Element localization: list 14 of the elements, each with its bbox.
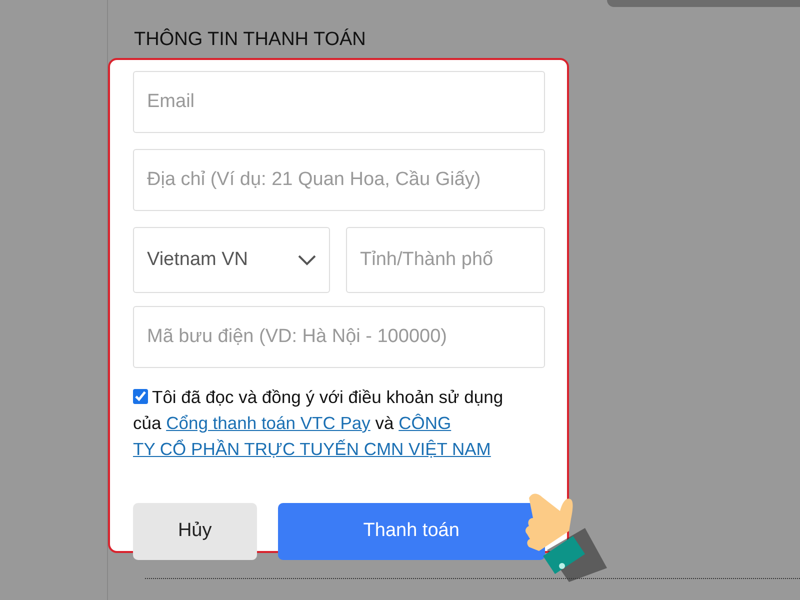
chevron-down-icon [298,254,316,266]
terms-link[interactable]: Cổng thanh toán VTC Pay [166,413,370,433]
address-field[interactable]: Địa chỉ (Ví dụ: 21 Quan Hoa, Cầu Giấy) [133,149,545,211]
country-select[interactable]: Vietnam VN [133,227,330,293]
email-field[interactable]: Email [133,71,545,133]
cancel-button[interactable]: Hủy [133,503,257,560]
terms-link[interactable]: CÔNG [398,413,452,433]
province-field[interactable]: Tỉnh/Thành phố [346,227,545,293]
section-title: THÔNG TIN THANH TOÁN [134,29,366,52]
terms-link[interactable]: TY CỔ PHẦN TRỰC TUYẾN CMN VIỆT NAM [133,439,491,459]
postal-code-field[interactable]: Mã bưu điện (VD: Hà Nội - 100000) [133,306,545,368]
agreement-text: Tôi đã đọc và đồng ý với điều khoản sử dụng của Cổng thanh toán VTC Pay và CÔNG TY CỔ PHẦN TRỰC TUYẾN CMN VIỆT NAM [133,386,504,461]
agree-checkbox[interactable] [133,389,148,404]
pay-button[interactable]: Thanh toán [278,503,545,560]
